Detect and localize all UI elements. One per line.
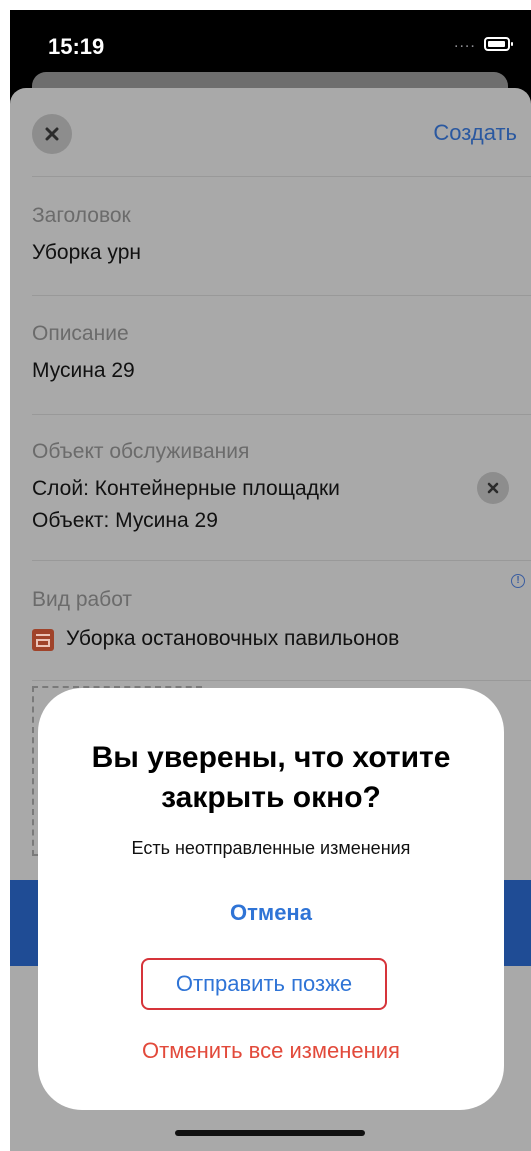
create-button[interactable]: Создать (433, 120, 517, 146)
service-object-name[interactable]: Объект: Мусина 29 (32, 506, 218, 536)
dialog-title: Вы уверены, что хотите закрыть окно? (91, 741, 451, 814)
home-indicator[interactable] (175, 1130, 365, 1136)
discard-changes-button[interactable]: Отменить все изменения (38, 1038, 504, 1064)
work-type-label: Вид работ (32, 588, 133, 611)
cancel-button[interactable]: Отмена (38, 900, 504, 926)
description-label: Описание (32, 322, 129, 345)
divider (32, 414, 531, 415)
dialog-message: Есть неотправленные изменения (131, 838, 411, 858)
close-icon (487, 482, 499, 494)
send-later-button[interactable]: Отправить позже (141, 958, 387, 1010)
service-object-layer[interactable]: Слой: Контейнерные площадки (32, 474, 340, 504)
close-button[interactable] (32, 114, 72, 154)
divider (32, 176, 531, 177)
clear-service-object-button[interactable] (477, 472, 509, 504)
work-type-icon (32, 629, 54, 651)
description-field[interactable]: Мусина 29 (32, 356, 135, 386)
phone-screen: 15:19 .... Создать Заголовок Уборка урн … (10, 10, 531, 1151)
close-icon (45, 127, 59, 141)
signal-icon: .... (454, 34, 476, 51)
confirm-close-dialog: Вы уверены, что хотите закрыть окно? Ест… (38, 688, 504, 1110)
info-icon[interactable]: ! (511, 574, 525, 588)
service-object-label: Объект обслуживания (32, 440, 250, 463)
title-field[interactable]: Уборка урн (32, 238, 141, 268)
work-type-field[interactable]: Уборка остановочных павильонов (66, 624, 399, 654)
divider (32, 295, 531, 296)
divider (32, 680, 531, 681)
title-label: Заголовок (32, 204, 131, 227)
battery-icon (484, 37, 513, 51)
divider (32, 560, 531, 561)
status-time: 15:19 (48, 34, 105, 59)
